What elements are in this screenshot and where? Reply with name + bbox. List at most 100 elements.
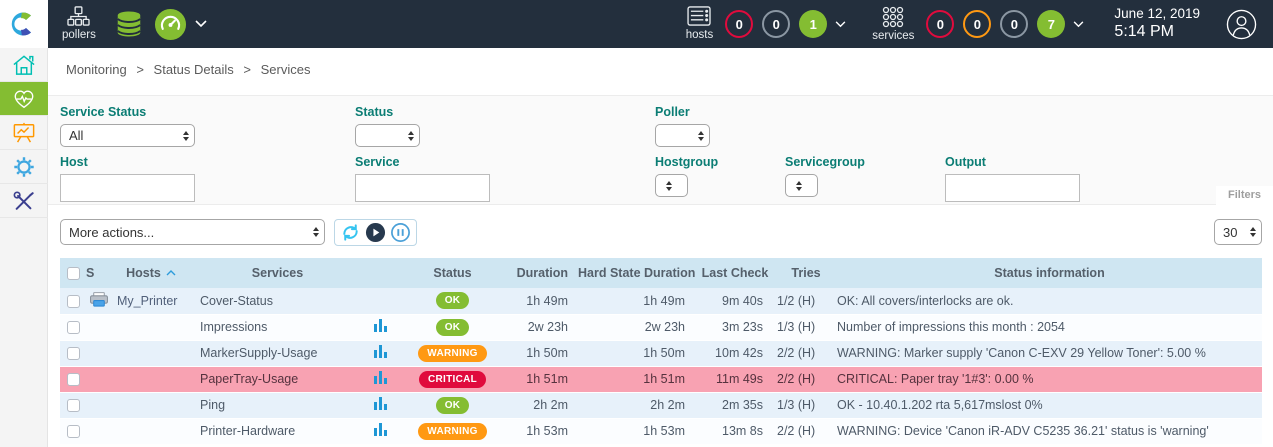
row-checkbox[interactable] <box>67 321 80 334</box>
graph-icon[interactable] <box>374 371 387 384</box>
status-badge: WARNING <box>418 345 486 362</box>
service-name[interactable]: PaperTray-Usage <box>190 366 365 392</box>
last-check-value: 9m 40s <box>695 288 775 314</box>
host-name[interactable] <box>112 418 190 444</box>
column-header-s[interactable]: S <box>86 258 112 288</box>
select-spinner-icon <box>666 178 672 194</box>
duration-value: 1h 49m <box>510 288 578 314</box>
pollers-menu[interactable]: pollers <box>62 6 96 42</box>
state-icon-cell <box>86 340 112 366</box>
heartbeat-icon <box>12 88 36 110</box>
service-status-select[interactable]: All <box>60 124 195 147</box>
output-input[interactable] <box>945 174 1080 202</box>
refresh-button[interactable] <box>340 222 361 243</box>
clock: June 12, 2019 5:14 PM <box>1114 6 1200 43</box>
sidebar-item-home[interactable] <box>0 48 48 82</box>
graph-cell <box>365 314 395 340</box>
host-input[interactable] <box>60 174 195 202</box>
row-checkbox[interactable] <box>67 399 80 412</box>
row-checkbox[interactable] <box>67 425 80 438</box>
service-name[interactable]: Ping <box>190 392 365 418</box>
graph-icon[interactable] <box>374 345 387 358</box>
graph-icon[interactable] <box>374 397 387 410</box>
service-name[interactable]: Impressions <box>190 314 365 340</box>
pause-button[interactable] <box>390 222 411 243</box>
service-name[interactable]: MarkerSupply-Usage <box>190 340 365 366</box>
pause-icon <box>390 222 411 243</box>
row-checkbox[interactable] <box>67 347 80 360</box>
play-button[interactable] <box>365 222 386 243</box>
services-menu[interactable]: services <box>872 6 914 43</box>
status-filter-label: Status <box>355 105 655 119</box>
play-icon <box>365 222 386 243</box>
host-name[interactable] <box>112 392 190 418</box>
graph-icon[interactable] <box>374 423 387 436</box>
hostgroup-select[interactable] <box>655 174 688 197</box>
service-row: MarkerSupply-Usage WARNING 1h 50m 1h 50m… <box>60 340 1262 366</box>
hard-state-duration-value: 1h 51m <box>578 366 695 392</box>
service-name[interactable]: Printer-Hardware <box>190 418 365 444</box>
more-actions-select[interactable]: More actions... <box>60 219 325 245</box>
hosts-up-counter[interactable]: 1 <box>799 10 827 38</box>
breadcrumb-status-details[interactable]: Status Details <box>154 62 234 77</box>
sidebar-item-configuration[interactable] <box>0 150 48 184</box>
service-name[interactable]: Cover-Status <box>190 288 365 314</box>
chevron-down-icon[interactable] <box>1073 21 1084 28</box>
column-header-last-check[interactable]: Last Check <box>695 258 775 288</box>
hostgroup-filter-label: Hostgroup <box>655 155 785 169</box>
column-header-hosts[interactable]: Hosts <box>112 258 190 288</box>
host-name[interactable] <box>112 340 190 366</box>
sidebar-item-monitoring[interactable] <box>0 82 48 116</box>
database-status-icon[interactable] <box>114 8 144 40</box>
column-header-services[interactable]: Services <box>190 258 365 288</box>
host-name[interactable]: My_Printer <box>112 288 190 314</box>
services-warning-counter[interactable]: 0 <box>963 10 991 38</box>
state-icon-cell <box>86 366 112 392</box>
row-checkbox[interactable] <box>67 373 80 386</box>
hosts-unreachable-counter[interactable]: 0 <box>762 10 790 38</box>
service-row: Ping OK 2h 2m 2h 2m 2m 35s 1/3 (H) OK - … <box>60 392 1262 418</box>
filters-tab[interactable]: Filters <box>1216 186 1273 205</box>
column-header-hard-state-duration[interactable]: Hard State Duration <box>578 258 695 288</box>
page-size-select[interactable]: 30 <box>1214 219 1262 245</box>
status-badge: OK <box>436 319 470 336</box>
state-icon-cell <box>86 418 112 444</box>
column-header-status-information[interactable]: Status information <box>837 258 1262 288</box>
services-unknown-counter[interactable]: 0 <box>1000 10 1028 38</box>
select-spinner-icon <box>313 224 319 240</box>
hosts-down-counter[interactable]: 0 <box>725 10 753 38</box>
host-name[interactable] <box>112 314 190 340</box>
sidebar-item-administration[interactable] <box>0 184 48 218</box>
table-toolbar: More actions... <box>60 218 1262 246</box>
chevron-down-icon[interactable] <box>195 20 207 28</box>
chevron-down-icon[interactable] <box>835 21 846 28</box>
breadcrumb: Monitoring > Status Details > Services <box>66 62 316 77</box>
gauge-status-icon[interactable] <box>154 8 187 41</box>
row-checkbox[interactable] <box>67 295 80 308</box>
poller-select[interactable] <box>655 124 710 147</box>
sidebar-item-reporting[interactable] <box>0 116 48 150</box>
breadcrumb-monitoring[interactable]: Monitoring <box>66 62 127 77</box>
current-time: 5:14 PM <box>1114 22 1200 42</box>
pollers-label: pollers <box>62 29 96 42</box>
duration-value: 1h 50m <box>510 340 578 366</box>
status-select[interactable] <box>355 124 420 147</box>
user-profile-icon[interactable] <box>1226 9 1257 40</box>
column-header-tries[interactable]: Tries <box>775 258 837 288</box>
centreon-logo[interactable] <box>0 0 48 48</box>
breadcrumb-services[interactable]: Services <box>261 62 311 77</box>
select-all-checkbox[interactable] <box>67 267 80 280</box>
status-information-value: OK - 10.40.1.202 rta 5,617mslost 0% <box>837 392 1262 418</box>
servicegroup-select[interactable] <box>785 174 818 197</box>
select-spinner-icon <box>796 178 802 194</box>
column-header-status[interactable]: Status <box>395 258 510 288</box>
column-header-duration[interactable]: Duration <box>510 258 578 288</box>
service-input[interactable] <box>355 174 490 202</box>
services-critical-counter[interactable]: 0 <box>926 10 954 38</box>
hosts-menu[interactable]: hosts <box>686 6 714 42</box>
hosts-header-label: Hosts <box>126 266 161 280</box>
current-date: June 12, 2019 <box>1114 6 1200 23</box>
host-name[interactable] <box>112 366 190 392</box>
graph-icon[interactable] <box>374 319 387 332</box>
services-ok-counter[interactable]: 7 <box>1037 10 1065 38</box>
